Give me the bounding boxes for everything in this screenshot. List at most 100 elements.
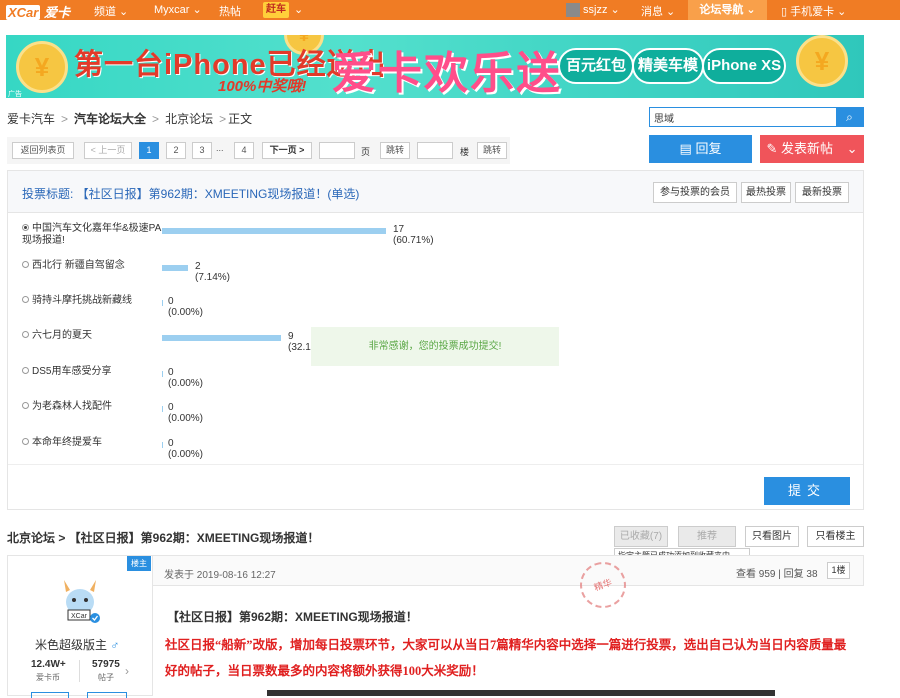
breadcrumb-forums[interactable]: 汽车论坛大全 [74, 112, 146, 126]
poll-footer: 提交 [8, 464, 863, 509]
floor-unit: 楼 [460, 147, 470, 157]
thread-title: 北京论坛 > 【社区日报】第962期：XMEETING现场报道！ [7, 531, 320, 545]
poll-bar [162, 300, 163, 306]
nav-mobile[interactable]: ▯ 手机爱卡 ⌄ [781, 3, 846, 19]
author-name[interactable]: 米色超级版主 ♂ [35, 636, 119, 653]
reply-icon: ▤ [679, 141, 692, 156]
logo-brand: 爱卡 [43, 5, 70, 20]
poll-option-label: 西北行 新疆自驾留念 [32, 260, 125, 271]
poll-hottest-tab[interactable]: 最热投票 [741, 182, 791, 203]
banner-brand: 爱卡欢乐送 [332, 49, 562, 98]
poll-option[interactable]: 本命年终提爱车 [22, 437, 162, 449]
chevron-right-icon[interactable]: › [125, 664, 129, 678]
nav-username[interactable]: ssjzz ⌄ [583, 3, 620, 16]
post-date: 发表于 2019-08-16 12:27 [164, 570, 276, 581]
back-to-list-button[interactable]: 返回列表页 [12, 142, 74, 159]
top-nav: XCar 爱卡 频道 ⌄ Myxcar ⌄ 热帖 赶车 ⌄ ssjzz ⌄ 消息… [0, 0, 900, 20]
radio-icon[interactable] [22, 438, 29, 445]
page-ellipsis: ... [216, 143, 224, 153]
breadcrumb: 爱卡汽车 > 汽车论坛大全 > 北京论坛 > 正文 [7, 112, 253, 126]
poll-option-label: 为老森林人找配件 [32, 401, 112, 412]
message-button[interactable] [87, 692, 127, 698]
poll-option[interactable]: 骑持斗摩托挑战新藏线 [22, 295, 162, 307]
poll-option-label: 中国汽车文化嘉年华&极速PA现场报道! [22, 223, 162, 246]
poll-option[interactable]: 为老森林人找配件 [22, 401, 162, 413]
poll-option-count: 0 (0.00%) [168, 367, 204, 389]
page-number-input[interactable] [319, 142, 355, 159]
images-only-button[interactable]: 只看图片 [745, 526, 799, 547]
author-posts: 57975 [92, 659, 120, 670]
nav-hot-posts[interactable]: 热帖 [219, 3, 241, 19]
radio-icon[interactable] [22, 296, 29, 303]
host-badge: 楼主 [127, 556, 151, 571]
radio-icon[interactable] [22, 331, 29, 338]
nav-myxcar[interactable]: Myxcar ⌄ [154, 3, 202, 16]
breadcrumb-current: 正文 [228, 112, 253, 126]
poll-newest-tab[interactable]: 最新投票 [795, 182, 849, 203]
post-image[interactable] [267, 690, 775, 696]
new-post-button[interactable]: ✎ 发表新帖 ⌄ [760, 135, 864, 163]
page-2[interactable]: 2 [166, 142, 186, 159]
poll-bar [162, 442, 163, 448]
nav-messages[interactable]: 消息 ⌄ [641, 3, 675, 19]
coin-icon: ¥ [796, 35, 848, 87]
breadcrumb-home[interactable]: 爱卡汽车 [7, 112, 55, 126]
svg-text:XCar: XCar [71, 613, 88, 620]
poll-option-count: 17 (60.71%) [393, 224, 434, 246]
nav-channel[interactable]: 频道 ⌄ [94, 3, 128, 19]
poll-bar [162, 228, 386, 234]
promo-banner[interactable]: ¥ ¥ ¥ 第一台iPhone已经送出 100%中奖哦! 爱卡欢乐送 百元红包 … [6, 35, 864, 98]
poll-option-label: 本命年终提爱车 [32, 437, 102, 448]
male-icon: ♂ [110, 638, 120, 652]
hot-badge[interactable]: 赶车 [263, 2, 289, 18]
poll-option-count: 2 (7.14%) [195, 261, 231, 283]
coin-icon: ¥ [16, 41, 68, 93]
reply-button[interactable]: ▤ 回复 [649, 135, 752, 163]
poll-title: 投票标题: 【社区日报】第962期：XMEETING现场报道！(单选) [22, 187, 360, 201]
search-input[interactable] [650, 108, 836, 126]
poll-header: 投票标题: 【社区日报】第962期：XMEETING现场报道！(单选) 参与投票… [8, 171, 863, 213]
floor-number-input[interactable] [417, 142, 453, 159]
page-1[interactable]: 1 [139, 142, 159, 159]
radio-icon[interactable] [22, 367, 29, 374]
prev-page-button[interactable]: < 上一页 [84, 142, 132, 159]
nav-forum-navigation[interactable]: 论坛导航 ⌄ [688, 0, 767, 20]
poll-option-count: 9 (32.1 [288, 331, 311, 353]
page-4[interactable]: 4 [234, 142, 254, 159]
user-avatar-small[interactable] [566, 3, 580, 17]
page-3[interactable]: 3 [192, 142, 212, 159]
poll-option-count: 0 (0.00%) [168, 438, 204, 460]
poll-option-label: 六七月的夏天 [32, 330, 92, 341]
chevron-down-icon[interactable]: ⌄ [294, 3, 303, 16]
recommend-button[interactable]: 推荐 [678, 526, 736, 547]
banner-pill-redpacket: 百元红包 [558, 48, 634, 84]
author-avatar[interactable]: XCar [58, 574, 102, 624]
favorite-button[interactable]: 已收藏(7) [614, 526, 668, 547]
poll-option[interactable]: DS5用车感受分享 [22, 366, 162, 378]
author-only-button[interactable]: 只看楼主 [807, 526, 864, 547]
page-jump-button[interactable]: 跳转 [380, 142, 410, 159]
floor-number[interactable]: 1楼 [827, 562, 850, 579]
radio-icon[interactable] [22, 261, 29, 268]
breadcrumb-beijing[interactable]: 北京论坛 [165, 112, 213, 126]
radio-selected-icon[interactable] [22, 224, 29, 231]
banner-pill-iphone: iPhone XS [702, 48, 786, 84]
poll-bar [162, 265, 188, 271]
page-unit: 页 [361, 147, 371, 157]
chevron-down-icon: ⌄ [846, 141, 858, 156]
poll-option-count: 0 (0.00%) [168, 402, 204, 424]
site-logo[interactable]: XCar 爱卡 [6, 2, 70, 21]
author-coins: 12.4W+ [31, 659, 66, 670]
next-page-button[interactable]: 下一页 > [262, 142, 312, 159]
search-icon[interactable]: ⌕ [836, 108, 863, 126]
poll-option[interactable]: 中国汽车文化嘉年华&极速PA现场报道! [22, 223, 162, 247]
poll-option[interactable]: 西北行 新疆自驾留念 [22, 260, 162, 272]
follow-button[interactable] [31, 692, 69, 698]
submit-vote-button[interactable]: 提交 [764, 477, 850, 505]
radio-icon[interactable] [22, 402, 29, 409]
phone-icon: ▯ [781, 6, 788, 18]
poll-option[interactable]: 六七月的夏天 [22, 330, 162, 342]
poll-voters-tab[interactable]: 参与投票的会员 [653, 182, 737, 203]
banner-subline: 100%中奖哦! [218, 78, 307, 95]
floor-jump-button[interactable]: 跳转 [477, 142, 507, 159]
